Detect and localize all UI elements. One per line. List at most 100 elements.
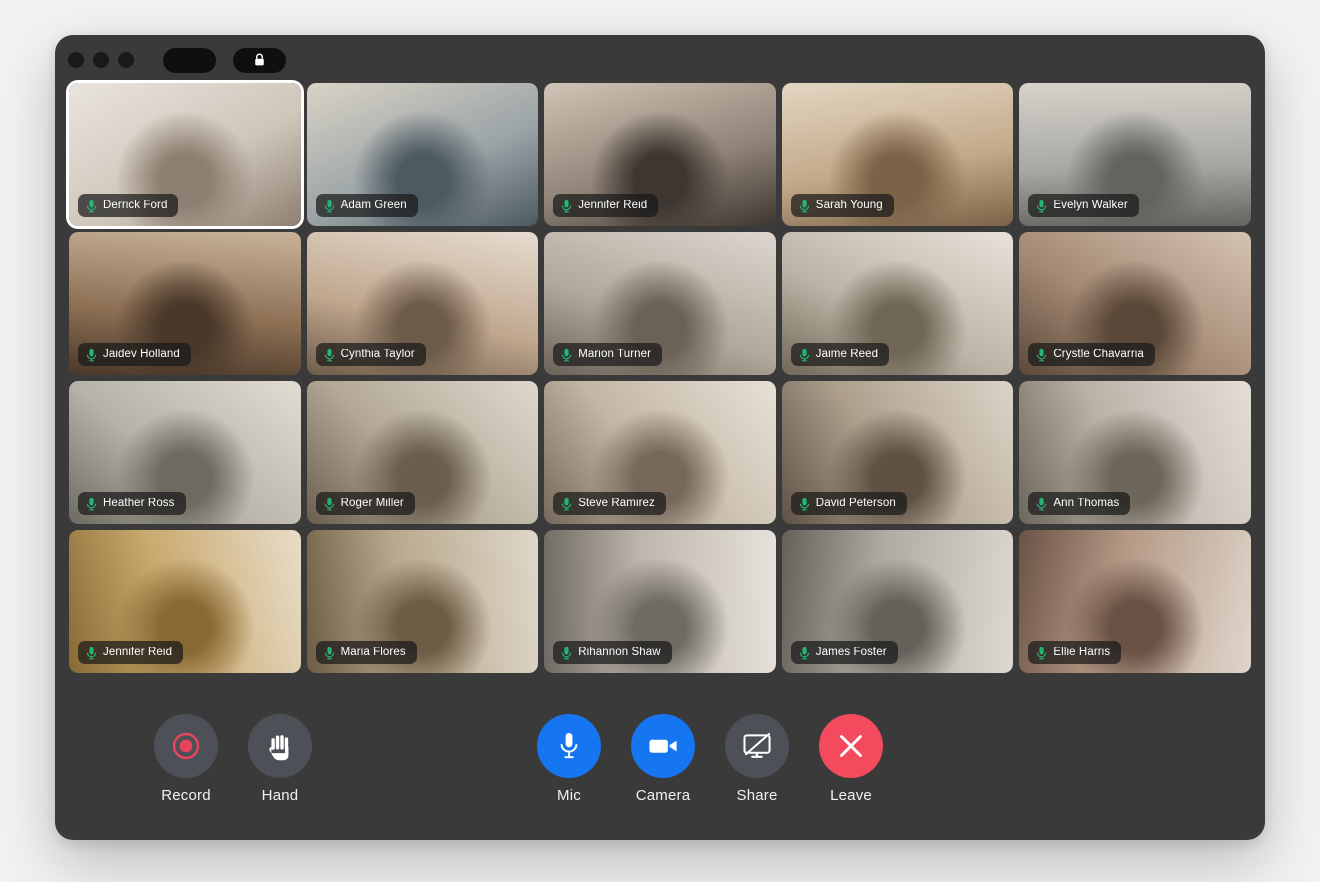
microphone-icon <box>1036 646 1047 660</box>
microphone-icon <box>557 731 581 761</box>
participant-name: Ann Thomas <box>1053 497 1120 509</box>
microphone-icon <box>799 348 810 362</box>
microphone-icon <box>561 646 572 660</box>
participant-tile[interactable]: James Foster <box>781 530 1014 673</box>
microphone-icon <box>86 348 97 362</box>
participant-name: Jennifer Reid <box>578 199 648 211</box>
participant-tile[interactable]: Ellie Harris <box>1019 530 1251 673</box>
camera-button[interactable]: Camera <box>627 714 699 803</box>
record-button-circle <box>154 714 218 778</box>
participant-name: Jaime Reed <box>815 348 879 360</box>
participant-name: Rihannon Shaw <box>578 646 661 658</box>
raise-hand-button[interactable]: Hand <box>244 714 316 803</box>
record-button-label: Record <box>161 787 211 804</box>
participant-name-badge: Rihannon Shaw <box>553 641 672 664</box>
mic-button-label: Mic <box>557 787 581 804</box>
microphone-icon <box>561 497 572 511</box>
leave-button-label: Leave <box>830 787 872 804</box>
participant-grid: Derrick Ford Adam Green Jennifer Reid Sarah… <box>63 83 1257 673</box>
participant-name-badge: Steve Ramirez <box>553 492 666 515</box>
participant-name-badge: Maria Flores <box>315 641 417 664</box>
share-button-label: Share <box>736 787 778 804</box>
raise-hand-icon <box>265 730 296 763</box>
record-button[interactable]: Record <box>150 714 222 803</box>
participant-name-badge: James Foster <box>790 641 898 664</box>
participant-name: Evelyn Walker <box>1053 199 1128 211</box>
leave-button[interactable]: Leave <box>815 714 887 803</box>
participant-tile[interactable]: Cynthia Taylor <box>306 232 539 375</box>
participant-tile[interactable]: Evelyn Walker <box>1019 83 1251 226</box>
participant-name-badge: Marion Turner <box>553 343 663 366</box>
participant-tile[interactable]: Roger Miller <box>306 381 539 524</box>
participant-tile[interactable]: Rihannon Shaw <box>544 530 776 673</box>
lock-icon <box>253 53 266 67</box>
participant-name-badge: Crystle Chavarria <box>1028 343 1155 366</box>
participant-tile[interactable]: Jennifer Reid <box>544 83 776 226</box>
participant-tile[interactable]: Jaime Reed <box>781 232 1014 375</box>
participant-name: David Peterson <box>815 497 896 509</box>
mic-button[interactable]: Mic <box>533 714 605 803</box>
participant-name-badge: Evelyn Walker <box>1028 194 1139 217</box>
participant-name: Jennifer Reid <box>103 646 173 658</box>
participant-name-badge: David Peterson <box>790 492 907 515</box>
microphone-icon <box>324 199 335 213</box>
window-dot-3[interactable] <box>118 52 134 68</box>
participant-tile[interactable]: Sarah Young <box>781 83 1014 226</box>
toolbar-center-group: Mic Camera Share Leave <box>533 714 887 803</box>
share-button[interactable]: Share <box>721 714 793 803</box>
participant-tile[interactable]: David Peterson <box>781 381 1014 524</box>
participant-tile[interactable]: Ann Thomas <box>1019 381 1251 524</box>
participant-tile[interactable]: Maria Flores <box>306 530 539 673</box>
microphone-icon <box>799 497 810 511</box>
participant-name-badge: Jaime Reed <box>790 343 890 366</box>
participant-name: Ellie Harris <box>1053 646 1111 658</box>
window-dot-1[interactable] <box>68 52 84 68</box>
participant-name: Marion Turner <box>578 348 652 360</box>
meeting-window: Derrick Ford Adam Green Jennifer Reid Sarah… <box>55 35 1265 840</box>
participant-name-badge: Ellie Harris <box>1028 641 1122 664</box>
microphone-icon <box>324 497 335 511</box>
camera-button-label: Camera <box>635 787 691 804</box>
participant-tile[interactable]: Adam Green <box>306 83 539 226</box>
app-root: Derrick Ford Adam Green Jennifer Reid Sarah… <box>0 0 1320 882</box>
mic-button-circle <box>537 714 601 778</box>
participant-name-badge: Adam Green <box>315 194 418 217</box>
participant-name: Derrick Ford <box>103 199 168 211</box>
microphone-icon <box>561 199 572 213</box>
participant-name-badge: Heather Ross <box>78 492 186 515</box>
raise-hand-button-circle <box>248 714 312 778</box>
close-x-icon <box>838 733 864 759</box>
video-camera-icon <box>648 736 679 756</box>
participant-tile[interactable]: Heather Ross <box>69 381 301 524</box>
participant-name: Roger Miller <box>340 497 404 509</box>
microphone-icon <box>86 646 97 660</box>
microphone-icon <box>324 348 335 362</box>
titlebar-lock-button[interactable] <box>233 47 286 73</box>
titlebar-pill[interactable] <box>163 47 216 73</box>
window-dot-2[interactable] <box>93 52 109 68</box>
participant-name: Steve Ramirez <box>578 497 655 509</box>
microphone-icon <box>1036 497 1047 511</box>
share-button-circle <box>725 714 789 778</box>
microphone-icon <box>324 646 335 660</box>
participant-tile[interactable]: Derrick Ford <box>69 83 301 226</box>
participant-tile[interactable]: Jennifer Reid <box>69 530 301 673</box>
camera-button-circle <box>631 714 695 778</box>
participant-tile[interactable]: Steve Ramirez <box>544 381 776 524</box>
participant-name: Adam Green <box>340 199 407 211</box>
participant-name: Sarah Young <box>815 199 883 211</box>
participant-name-badge: Cynthia Taylor <box>315 343 426 366</box>
participant-name-badge: Roger Miller <box>315 492 415 515</box>
screen-share-off-icon <box>742 732 773 760</box>
participant-tile[interactable]: Crystle Chavarria <box>1019 232 1251 375</box>
participant-name: Crystle Chavarria <box>1053 348 1144 360</box>
leave-button-circle <box>819 714 883 778</box>
participant-name-badge: Derrick Ford <box>78 194 179 217</box>
participant-name: Maria Flores <box>340 646 406 658</box>
record-icon <box>171 731 201 761</box>
microphone-icon <box>86 199 97 213</box>
participant-tile[interactable]: Jaidev Holland <box>69 232 301 375</box>
participant-name: Cynthia Taylor <box>340 348 415 360</box>
microphone-icon <box>86 497 97 511</box>
participant-tile[interactable]: Marion Turner <box>544 232 776 375</box>
